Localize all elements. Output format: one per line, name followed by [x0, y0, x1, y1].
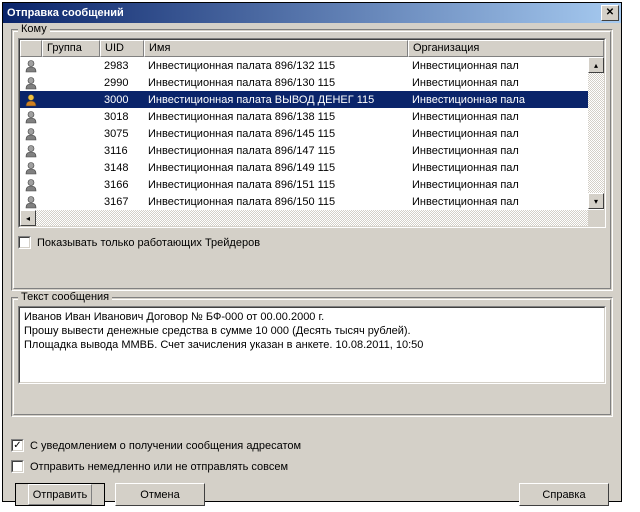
table-row[interactable]: 3116Инвестиционная палата 896/147 115Инв… [20, 142, 604, 159]
user-icon [20, 177, 42, 193]
cell-uid: 3018 [100, 110, 144, 124]
cell-group [42, 201, 100, 203]
recipients-group-label: Кому [18, 23, 50, 35]
cell-uid: 2983 [100, 59, 144, 73]
list-header: Группа UID Имя Организация [20, 40, 604, 57]
cell-name: Инвестиционная палата 896/138 115 [144, 110, 408, 124]
user-icon [20, 126, 42, 142]
cell-uid: 3000 [100, 93, 144, 107]
recipients-group: Кому Группа UID Имя Организация 2983Инве… [11, 29, 613, 291]
user-icon [20, 160, 42, 176]
user-icon [20, 109, 42, 125]
immediate-option[interactable]: Отправить немедленно или не отправлять с… [11, 460, 613, 473]
col-group[interactable]: Группа [42, 40, 100, 57]
close-button[interactable]: ✕ [601, 5, 619, 21]
cell-name: Инвестиционная палата 896/150 115 [144, 195, 408, 209]
message-group: Текст сообщения Иванов Иван Иванович Дог… [11, 297, 613, 417]
user-icon [20, 143, 42, 159]
col-name[interactable]: Имя [144, 40, 408, 57]
cell-name: Инвестиционная палата ВЫВОД ДЕНЕГ 115 [144, 93, 408, 107]
table-row[interactable]: 2983Инвестиционная палата 896/132 115Инв… [20, 57, 604, 74]
cell-org: Инвестиционная пал [408, 178, 604, 192]
cell-group [42, 184, 100, 186]
cell-name: Инвестиционная палата 896/130 115 [144, 76, 408, 90]
message-group-label: Текст сообщения [18, 291, 112, 303]
table-row[interactable]: 2990Инвестиционная палата 896/130 115Инв… [20, 74, 604, 91]
col-uid[interactable]: UID [100, 40, 144, 57]
cell-name: Инвестиционная палата 896/149 115 [144, 161, 408, 175]
cell-org: Инвестиционная пал [408, 110, 604, 124]
cell-group [42, 150, 100, 152]
vertical-scrollbar[interactable]: ▴ ▾ [588, 57, 604, 209]
cell-group [42, 99, 100, 101]
table-row[interactable]: 3148Инвестиционная палата 896/149 115Инв… [20, 159, 604, 176]
cell-uid: 3148 [100, 161, 144, 175]
recipients-list[interactable]: Группа UID Имя Организация 2983Инвестици… [18, 38, 606, 228]
send-button[interactable]: Отправить [15, 483, 105, 506]
titlebar[interactable]: Отправка сообщений ✕ [3, 3, 621, 23]
scroll-up-icon[interactable]: ▴ [588, 57, 604, 73]
table-row[interactable]: 3000Инвестиционная палата ВЫВОД ДЕНЕГ 11… [20, 91, 604, 108]
help-button[interactable]: Справка [519, 483, 609, 506]
cell-uid: 3116 [100, 144, 144, 158]
user-icon [20, 194, 42, 210]
user-icon [20, 58, 42, 74]
notify-option[interactable]: ✓ С уведомлением о получении сообщения а… [11, 439, 613, 452]
window-title: Отправка сообщений [7, 7, 124, 19]
cancel-button[interactable]: Отмена [115, 483, 205, 506]
cell-group [42, 116, 100, 118]
table-row[interactable]: 3166Инвестиционная палата 896/151 115Инв… [20, 176, 604, 193]
immediate-checkbox[interactable] [11, 460, 24, 473]
table-row[interactable]: 3167Инвестиционная палата 896/150 115Инв… [20, 193, 604, 210]
filter-working-traders[interactable]: Показывать только работающих Трейдеров [18, 236, 606, 249]
send-message-dialog: Отправка сообщений ✕ Кому Группа UID Имя… [2, 2, 622, 502]
filter-checkbox[interactable] [18, 236, 31, 249]
filter-label: Показывать только работающих Трейдеров [37, 237, 260, 249]
cell-uid: 3075 [100, 127, 144, 141]
cell-name: Инвестиционная палата 896/132 115 [144, 59, 408, 73]
cell-org: Инвестиционная пал [408, 59, 604, 73]
cell-name: Инвестиционная палата 896/147 115 [144, 144, 408, 158]
cell-org: Инвестиционная пал [408, 195, 604, 209]
table-row[interactable]: 3075Инвестиционная палата 896/145 115Инв… [20, 125, 604, 142]
cell-group [42, 65, 100, 67]
cell-uid: 2990 [100, 76, 144, 90]
col-org[interactable]: Организация [408, 40, 604, 57]
cell-name: Инвестиционная палата 896/151 115 [144, 178, 408, 192]
cell-org: Инвестиционная пала [408, 93, 604, 107]
scrollbar-corner [588, 210, 604, 226]
cell-group [42, 82, 100, 84]
notify-checkbox[interactable]: ✓ [11, 439, 24, 452]
horizontal-scrollbar[interactable]: ◂ ▸ [20, 210, 604, 226]
cell-group [42, 133, 100, 135]
cell-org: Инвестиционная пал [408, 127, 604, 141]
cell-org: Инвестиционная пал [408, 76, 604, 90]
scroll-down-icon[interactable]: ▾ [588, 193, 604, 209]
cell-uid: 3166 [100, 178, 144, 192]
cell-org: Инвестиционная пал [408, 161, 604, 175]
scroll-left-icon[interactable]: ◂ [20, 210, 36, 226]
message-text[interactable]: Иванов Иван Иванович Договор № БФ-000 от… [19, 307, 605, 383]
user-icon [20, 75, 42, 91]
user-icon [20, 92, 42, 108]
table-row[interactable]: 3018Инвестиционная палата 896/138 115Инв… [20, 108, 604, 125]
cell-uid: 3167 [100, 195, 144, 209]
cell-name: Инвестиционная палата 896/145 115 [144, 127, 408, 141]
col-icon[interactable] [20, 40, 42, 57]
message-textarea[interactable]: Иванов Иван Иванович Договор № БФ-000 от… [18, 306, 606, 384]
cell-org: Инвестиционная пал [408, 144, 604, 158]
cell-group [42, 167, 100, 169]
immediate-label: Отправить немедленно или не отправлять с… [30, 461, 288, 473]
notify-label: С уведомлением о получении сообщения адр… [30, 440, 301, 452]
close-icon: ✕ [606, 8, 614, 18]
